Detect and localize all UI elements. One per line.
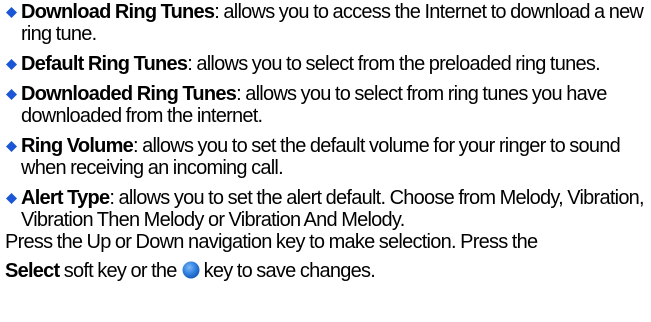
- instruction-end-text: key to save changes.: [203, 260, 376, 282]
- diamond-bullet-icon: [6, 89, 17, 100]
- manual-page: Download Ring Tunes: allows you to acces…: [5, 1, 649, 282]
- description-default-ring-tunes: : allows you to select from the preloade…: [187, 53, 600, 75]
- list-item-ring-volume: Ring Volume: allows you to set the defau…: [5, 135, 649, 179]
- select-softkey-label: Select: [5, 260, 60, 282]
- term-alert-type: Alert Type: [21, 187, 110, 209]
- list-item-alert-type: Alert Type: allows you to set the alert …: [5, 187, 649, 231]
- term-downloaded-ring-tunes: Downloaded Ring Tunes: [21, 83, 237, 105]
- term-ring-volume: Ring Volume: [21, 135, 134, 157]
- diamond-bullet-icon: [6, 141, 17, 152]
- term-download-ring-tunes: Download Ring Tunes: [21, 1, 215, 23]
- diamond-bullet-icon: [6, 7, 17, 18]
- diamond-bullet-icon: [6, 193, 17, 204]
- instruction-line-1: Press the Up or Down navigation key to m…: [5, 231, 538, 253]
- list-item-default-ring-tunes: Default Ring Tunes: allows you to select…: [5, 53, 649, 75]
- instruction-middle-text: soft key or the: [63, 260, 178, 282]
- diamond-bullet-icon: [6, 59, 17, 70]
- instruction-line-2: Select soft key or the key to save chang…: [5, 260, 649, 282]
- description-alert-type: : allows you to set the alert default. C…: [21, 187, 645, 231]
- list-item-download-ring-tunes: Download Ring Tunes: allows you to acces…: [5, 1, 649, 45]
- navigation-instructions: Press the Up or Down navigation key to m…: [5, 231, 649, 282]
- list-item-downloaded-ring-tunes: Downloaded Ring Tunes: allows you to sel…: [5, 83, 649, 127]
- ring-tone-options-list: Download Ring Tunes: allows you to acces…: [5, 1, 649, 231]
- ok-key-circle-icon: [182, 261, 200, 279]
- term-default-ring-tunes: Default Ring Tunes: [21, 53, 188, 75]
